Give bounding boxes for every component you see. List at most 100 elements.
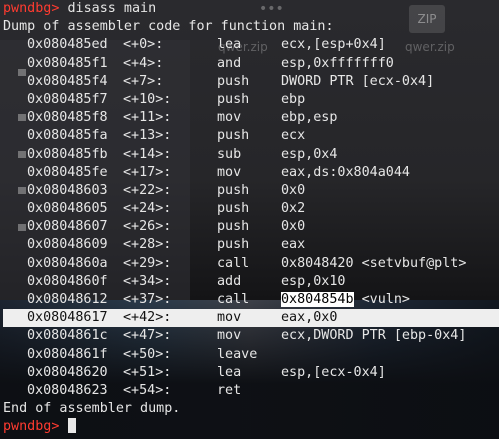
instruction-row: 0x08048603 <+22>: push 0x0 bbox=[3, 182, 499, 200]
instruction-row: 0x0804861f <+50>: leave bbox=[3, 346, 499, 364]
instruction-operands: esp,0x10 bbox=[281, 273, 346, 289]
instruction-address: 0x08048603 bbox=[27, 182, 108, 198]
instruction-offset: <+4>: bbox=[123, 55, 164, 71]
instruction-offset: <+7>: bbox=[123, 73, 164, 89]
instruction-row: 0x0804860a <+29>: call 0x8048420 <setvbuf@p… bbox=[3, 255, 499, 273]
instruction-offset: <+14>: bbox=[123, 146, 172, 162]
instruction-offset: <+10>: bbox=[123, 91, 172, 107]
instruction-offset: <+47>: bbox=[123, 328, 172, 344]
prompt: pwndbg> bbox=[3, 1, 60, 16]
instruction-offset: <+34>: bbox=[123, 273, 172, 289]
instruction-offset: <+29>: bbox=[123, 255, 172, 271]
instruction-operands: ecx,[esp+0x4] bbox=[281, 37, 386, 53]
instruction-mnemonic: and bbox=[217, 55, 242, 71]
instruction-mnemonic: mov bbox=[217, 328, 242, 344]
instruction-offset: <+24>: bbox=[123, 201, 172, 217]
instruction-row: 0x08048605 <+24>: push 0x2 bbox=[3, 200, 499, 218]
instruction-operands: esp,0xfffffff0 bbox=[281, 55, 394, 71]
instruction-row: 0x080485fb <+14>: sub esp,0x4 bbox=[3, 146, 499, 164]
instruction-address: 0x08048607 bbox=[27, 219, 108, 235]
instruction-operands: 0x8048420 <setvbuf@plt> bbox=[281, 255, 467, 271]
instruction-row: 0x080485fa <+13>: push ecx bbox=[3, 127, 499, 145]
instruction-row: 0x08048623 <+54>: ret bbox=[3, 382, 499, 400]
instruction-mnemonic: push bbox=[217, 219, 250, 235]
instruction-offset: <+50>: bbox=[123, 346, 172, 362]
instruction-row: 0x08048620 <+51>: lea esp,[ecx-0x4] bbox=[3, 364, 499, 382]
instruction-operands: eax bbox=[281, 237, 306, 253]
instruction-mnemonic: push bbox=[217, 182, 250, 198]
instruction-mnemonic: lea bbox=[217, 364, 242, 380]
instruction-address: 0x0804860a bbox=[27, 255, 108, 271]
instruction-operands: eax,ds:0x804a044 bbox=[281, 164, 410, 180]
instruction-operands: ecx,DWORD PTR [ebp-0x4] bbox=[281, 328, 467, 344]
instruction-mnemonic: sub bbox=[217, 146, 242, 162]
instruction-row: 0x08048609 <+28>: push eax bbox=[3, 236, 499, 254]
dump-footer: End of assembler dump. bbox=[3, 401, 181, 417]
instruction-operands: 0x2 bbox=[281, 201, 306, 217]
instruction-address: 0x080485f7 bbox=[27, 91, 108, 107]
instruction-row: 0x080485f4 <+7>: push DWORD PTR [ecx-0x4] bbox=[3, 73, 499, 91]
instruction-address: 0x08048612 bbox=[27, 292, 108, 307]
instruction-operands: eax,0x0 bbox=[281, 310, 338, 326]
instruction-mnemonic: mov bbox=[217, 310, 242, 326]
instruction-operands: <vuln> bbox=[353, 292, 410, 307]
instruction-operands: esp,0x4 bbox=[281, 146, 338, 162]
instruction-operands: ebp,esp bbox=[281, 110, 338, 126]
instruction-row: 0x080485f7 <+10>: push ebp bbox=[3, 91, 499, 109]
instruction-address: 0x080485ed bbox=[27, 37, 108, 53]
instruction-offset: <+54>: bbox=[123, 382, 172, 398]
instruction-row: 0x080485f8 <+11>: mov ebp,esp bbox=[3, 109, 499, 127]
instruction-mnemonic: ret bbox=[217, 382, 242, 398]
command-text: disass main bbox=[59, 1, 157, 16]
instruction-row: 0x080485f1 <+4>: and esp,0xfffffff0 bbox=[3, 55, 499, 73]
instruction-address: 0x080485fb bbox=[27, 146, 108, 162]
instruction-row: 0x08048607 <+26>: push 0x0 bbox=[3, 218, 499, 236]
instruction-offset: <+26>: bbox=[123, 219, 172, 235]
instruction-row: 0x080485ed <+0>: lea ecx,[esp+0x4] bbox=[3, 36, 499, 54]
instruction-mnemonic: call bbox=[217, 255, 250, 271]
instruction-offset: <+51>: bbox=[123, 364, 172, 380]
instruction-row: 0x08048612 <+37>: call 0x804854b <vuln> bbox=[3, 291, 499, 309]
command-line: pwndbg> disass main bbox=[3, 0, 499, 18]
instruction-offset: <+13>: bbox=[123, 128, 172, 144]
instruction-operands: esp,[ecx-0x4] bbox=[281, 364, 386, 380]
instruction-offset: <+17>: bbox=[123, 164, 172, 180]
instruction-mnemonic: lea bbox=[217, 37, 242, 53]
instruction-address: 0x0804860f bbox=[27, 273, 108, 289]
instruction-mnemonic: push bbox=[217, 91, 250, 107]
instruction-offset: <+22>: bbox=[123, 182, 172, 198]
instruction-mnemonic: call bbox=[217, 292, 250, 307]
instruction-address: 0x08048605 bbox=[27, 201, 108, 217]
instruction-mnemonic: push bbox=[217, 237, 250, 253]
instruction-operands: DWORD PTR [ecx-0x4] bbox=[281, 73, 435, 89]
instruction-operands: 0x0 bbox=[281, 219, 306, 235]
instruction-address: 0x080485f1 bbox=[27, 55, 108, 71]
instruction-offset: <+42>: bbox=[123, 310, 172, 326]
instruction-mnemonic: leave bbox=[217, 346, 258, 362]
instruction-address: 0x08048609 bbox=[27, 237, 108, 253]
instruction-row: 0x0804860f <+34>: add esp,0x10 bbox=[3, 273, 499, 291]
instruction-address: 0x08048617 bbox=[27, 310, 108, 326]
instruction-operands: ebp bbox=[281, 91, 306, 107]
dump-header: Dump of assembler code for function main… bbox=[3, 19, 334, 35]
instruction-address: 0x080485fe bbox=[27, 164, 108, 180]
terminal-window[interactable]: pwndbg> disass main Dump of assembler co… bbox=[3, 0, 499, 437]
instruction-mnemonic: push bbox=[217, 128, 250, 144]
instruction-address: 0x0804861c bbox=[27, 328, 108, 344]
input-line[interactable]: pwndbg> bbox=[3, 418, 499, 436]
instruction-address: 0x0804861f bbox=[27, 346, 108, 362]
instruction-address: 0x080485fa bbox=[27, 128, 108, 144]
instruction-mnemonic: mov bbox=[217, 164, 242, 180]
instruction-offset: <+0>: bbox=[123, 37, 164, 53]
instruction-address: 0x08048620 bbox=[27, 364, 108, 380]
instruction-offset: <+28>: bbox=[123, 237, 172, 253]
highlighted-operand: 0x804854b bbox=[281, 292, 354, 307]
instruction-row: 0x08048617 <+42>: mov eax,0x0 bbox=[3, 309, 499, 328]
instruction-operands: 0x0 bbox=[281, 182, 306, 198]
instruction-offset: <+37>: bbox=[123, 292, 172, 307]
instruction-operands: ecx bbox=[281, 128, 306, 144]
instruction-offset: <+11>: bbox=[123, 110, 172, 126]
instruction-mnemonic: push bbox=[217, 201, 250, 217]
instruction-mnemonic: mov bbox=[217, 110, 242, 126]
instruction-mnemonic: add bbox=[217, 273, 242, 289]
